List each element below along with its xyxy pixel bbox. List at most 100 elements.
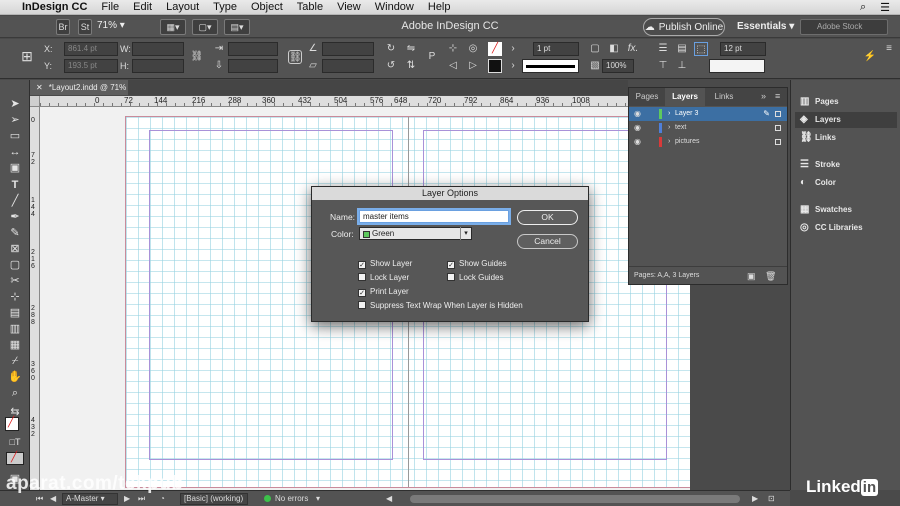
first-page-icon[interactable]: ⏮ [36,494,43,504]
scale-x-field[interactable] [228,42,278,56]
layer-color-select[interactable]: Green ▾ [359,227,472,240]
next-page-icon[interactable]: ▶ [124,494,130,503]
quick-apply-icon[interactable]: ⚡ [863,50,877,64]
shear-field[interactable] [322,59,374,73]
print-layer-checkbox[interactable]: ✓ Print Layer [358,287,409,297]
hand-tool-icon[interactable]: ✋ [7,370,23,384]
menu-edit[interactable]: Edit [133,1,152,13]
last-page-icon[interactable]: ⏭ [138,494,145,504]
cancel-button[interactable]: Cancel [517,234,578,249]
rotate-cw-icon[interactable]: ↻ [384,42,398,56]
apply-none-icon[interactable]: ╱ [6,452,24,465]
content-collector-icon[interactable]: ▣ [7,161,23,175]
resize-icon[interactable]: ⊡ [768,494,775,503]
menu-table[interactable]: Table [297,1,323,13]
constrain-scale-icon[interactable]: ⛓ [288,50,302,64]
line-tool-icon[interactable]: ╱ [7,194,23,208]
panel-menu-icon[interactable]: ≡ [775,91,780,101]
gradient-swatch-tool-icon[interactable]: ▤ [7,306,23,320]
spotlight-search-icon[interactable]: ⌕ [860,1,866,14]
menu-help[interactable]: Help [428,1,451,13]
free-transform-tool-icon[interactable]: ⊹ [7,290,23,304]
tab-links[interactable]: Links [707,88,741,106]
w-field[interactable] [132,42,184,56]
document-tab[interactable]: ✕ *Layout2.indd @ 71% [30,80,128,95]
tab-pages[interactable]: Pages [631,88,663,106]
workspace-switcher[interactable]: Essentials ▾ [737,21,794,32]
fill-swatch-icon[interactable]: ╱ [488,42,502,56]
flip-vertical-icon[interactable]: ⇅ [404,59,418,73]
errors-menu-icon[interactable]: ▾ [316,494,320,503]
expand-arrow-icon[interactable]: › [668,107,670,121]
tab-layers[interactable]: Layers [665,88,705,106]
ok-button[interactable]: OK [517,210,578,225]
horizontal-ruler[interactable]: 0 72 144 216 288 360 432 504 576 648 720… [40,96,628,107]
fx-icon[interactable]: fx. [626,42,640,56]
menu-object[interactable]: Object [251,1,283,13]
pencil-tool-icon[interactable]: ✎ [7,226,23,240]
visibility-eye-icon[interactable]: ◉ [634,135,641,149]
lock-layer-checkbox[interactable]: Lock Layer [358,273,409,283]
suppress-text-wrap-checkbox[interactable]: Suppress Text Wrap When Layer is Hidden [358,301,523,311]
expand-arrow-icon[interactable]: › [668,121,670,135]
gap-tool-icon[interactable]: ↔ [7,145,23,159]
x-field[interactable]: 861.4 pt [64,42,118,56]
arrange-documents-button[interactable]: ▤▾ [224,19,250,35]
menu-type[interactable]: Type [213,1,237,13]
object-style-select[interactable] [709,59,765,73]
preflight-profile[interactable]: [Basic] (working) [180,493,248,505]
menu-app-name[interactable]: InDesign CC [22,1,87,13]
dock-layers[interactable]: ◈ Layers [795,112,897,128]
dock-pages[interactable]: ▥ Pages [795,94,897,110]
opacity-field[interactable]: 100% [602,59,634,73]
select-content-icon[interactable]: ◎ [466,42,480,56]
panel-menu-icon[interactable]: ≡ [882,42,896,56]
layer-name-input[interactable]: master items [359,210,509,223]
drop-shadow-icon[interactable]: ▢ [588,42,602,56]
show-guides-checkbox[interactable]: ✓ Show Guides [447,259,507,269]
previous-page-icon[interactable]: ◀ [50,494,56,503]
stock-search-field[interactable]: Adobe Stock [800,19,888,35]
effects-icon[interactable]: ◧ [607,42,621,56]
zoom-level[interactable]: 71% ▾ [97,20,125,31]
lock-guides-checkbox[interactable]: Lock Guides [447,273,503,283]
select-container-icon[interactable]: ⊹ [446,42,460,56]
eyedropper-tool-icon[interactable]: ⌿ [7,354,23,368]
auto-fit-icon[interactable]: ⬚ [694,42,708,56]
stroke-weight-field[interactable]: 1 pt [533,42,579,56]
menu-extras-icon[interactable]: ☰ [880,1,890,14]
zoom-tool-icon[interactable]: ⌕ [7,386,23,400]
formatting-affects-container-icon[interactable]: □T [7,435,23,449]
scroll-left-icon[interactable]: ◀ [386,494,392,503]
fill-box-icon[interactable]: ╱ [5,417,19,431]
layer-row[interactable]: ◉ › text [629,121,787,135]
menu-layout[interactable]: Layout [166,1,199,13]
selection-tool-icon[interactable]: ➤ [7,97,23,111]
menu-window[interactable]: Window [375,1,414,13]
preflight-errors[interactable]: No errors [275,494,308,503]
layer-row[interactable]: ◉ › pictures [629,135,787,149]
collapse-panel-icon[interactable]: » [761,91,766,101]
stroke-swatch-icon[interactable] [488,59,502,73]
view-options-button[interactable]: ▦▾ [160,19,186,35]
layer-select-square[interactable] [775,139,781,145]
direct-selection-tool-icon[interactable]: ➢ [7,113,23,127]
constrain-proportions-icon[interactable]: ⛓ [190,50,204,64]
note-tool-icon[interactable]: ▦ [7,338,23,352]
dock-cc-libraries[interactable]: ◎ CC Libraries [795,220,897,236]
select-next-icon[interactable]: ▷ [466,59,480,73]
menu-file[interactable]: File [101,1,119,13]
open-page-icon[interactable]: ◔ [160,494,165,503]
visibility-eye-icon[interactable]: ◉ [634,107,641,121]
show-layer-checkbox[interactable]: ✓ Show Layer [358,259,412,269]
close-tab-icon[interactable]: ✕ [36,83,43,92]
select-previous-icon[interactable]: ◁ [446,59,460,73]
stroke-type-select[interactable] [522,59,579,73]
horizontal-scrollbar[interactable] [410,495,740,503]
gradient-feather-tool-icon[interactable]: ▥ [7,322,23,336]
publish-online-button[interactable]: ☁ Publish Online [643,18,725,36]
dock-color[interactable]: ◐ Color [795,175,897,191]
align-center-icon[interactable]: ⊥ [675,59,689,73]
text-wrap-box-icon[interactable]: ▤ [675,42,689,56]
fill-menu-icon[interactable]: › [506,42,520,56]
